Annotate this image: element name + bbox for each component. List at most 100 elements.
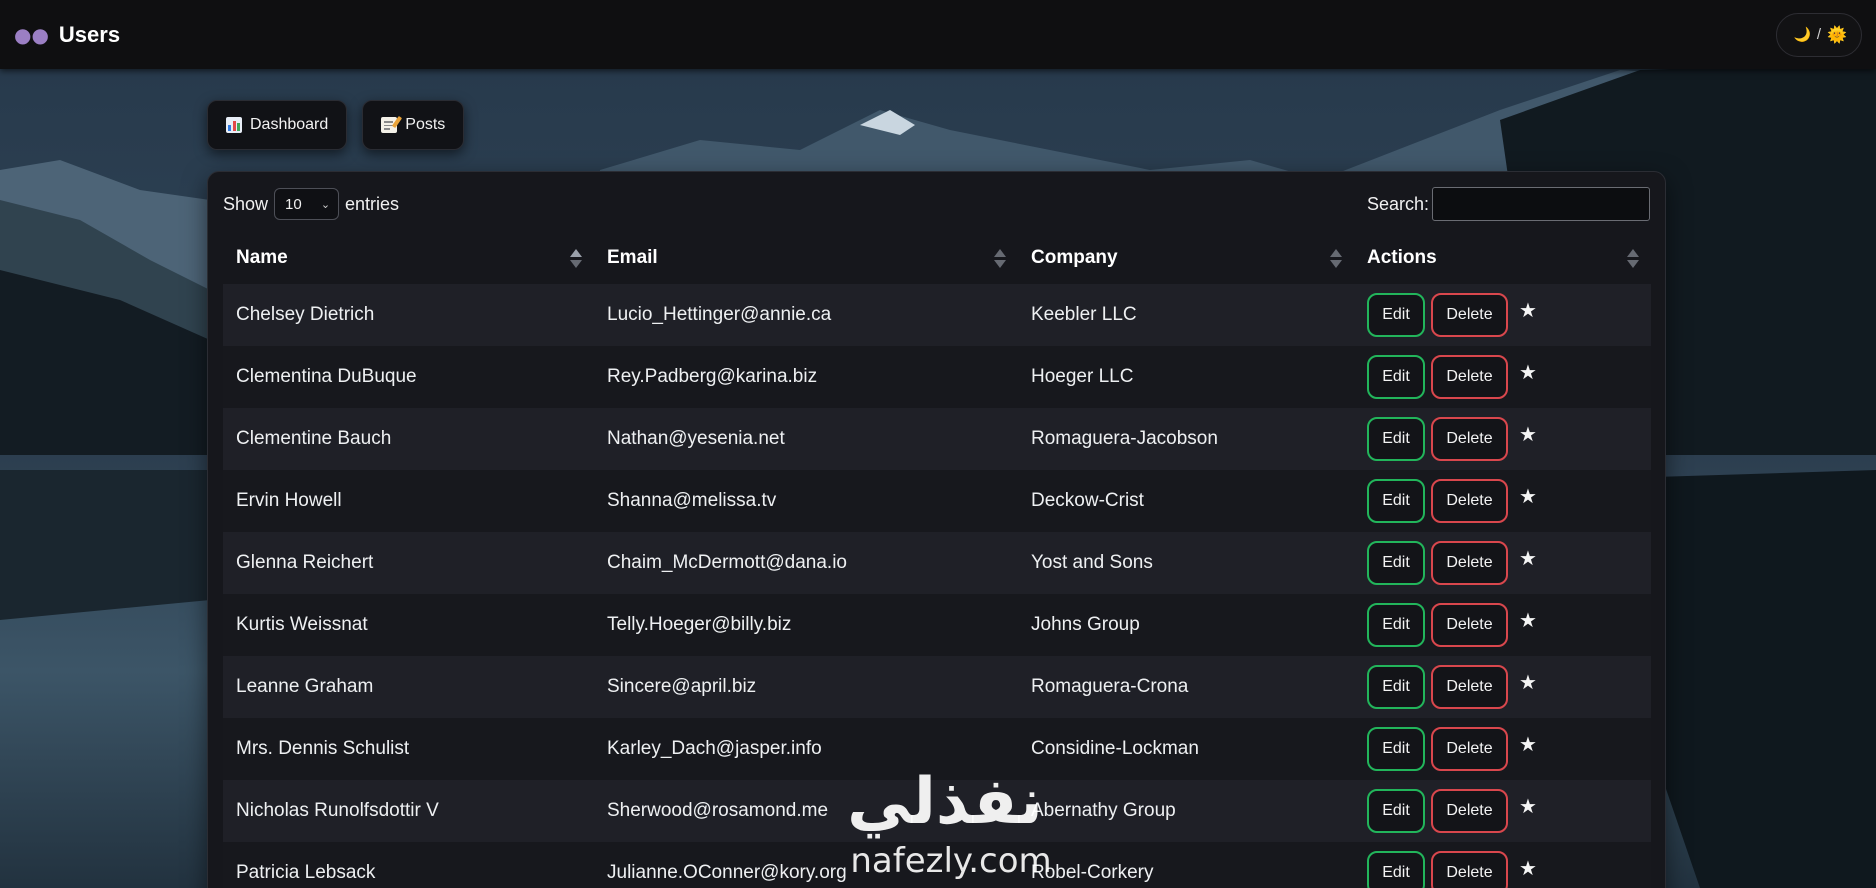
row-actions: Edit Delete ★ xyxy=(1367,293,1639,337)
table-header-row: Name Email Company Actions xyxy=(223,232,1651,284)
edit-button[interactable]: Edit xyxy=(1367,789,1425,833)
cell-name: Glenna Reichert xyxy=(236,552,374,573)
cell-company: Yost and Sons xyxy=(1031,552,1153,573)
cell-actions: Edit Delete ★ xyxy=(1354,656,1651,718)
cell-name: Clementine Bauch xyxy=(236,428,392,449)
cell-email: Sherwood@rosamond.me xyxy=(607,800,829,821)
star-icon[interactable]: ★ xyxy=(1519,546,1537,571)
cell-email: Telly.Hoeger@billy.biz xyxy=(607,614,792,635)
star-icon[interactable]: ★ xyxy=(1519,794,1537,819)
star-icon[interactable]: ★ xyxy=(1519,422,1537,447)
table-body: Chelsey Dietrich Lucio_Hettinger@annie.ca… xyxy=(223,284,1651,888)
delete-button[interactable]: Delete xyxy=(1431,479,1508,523)
cell-actions: Edit Delete ★ xyxy=(1354,718,1651,780)
star-icon[interactable]: ★ xyxy=(1519,670,1537,695)
table-row: Mrs. Dennis Schulist Karley_Dach@jasper.i… xyxy=(223,718,1651,780)
cell-company: Johns Group xyxy=(1031,614,1140,635)
row-actions: Edit Delete ★ xyxy=(1367,479,1639,523)
sort-icon xyxy=(570,249,582,269)
users-table: Name Email Company Actions Chelsey Dietr… xyxy=(223,232,1651,888)
row-actions: Edit Delete ★ xyxy=(1367,603,1639,647)
delete-button[interactable]: Delete xyxy=(1431,541,1508,585)
star-icon[interactable]: ★ xyxy=(1519,732,1537,757)
brand: ●● Users xyxy=(14,22,120,48)
cell-name: Patricia Lebsack xyxy=(236,862,376,883)
dashboard-button[interactable]: Dashboard xyxy=(207,100,348,150)
show-label: Show xyxy=(223,193,269,214)
cell-email: Sincere@april.biz xyxy=(607,676,757,697)
cell-company: Deckow-Crist xyxy=(1031,490,1144,511)
cell-company: Romaguera-Jacobson xyxy=(1031,428,1218,449)
cell-company: Abernathy Group xyxy=(1031,800,1176,821)
page-size-control: Show 10 ⌄ entries xyxy=(223,188,399,220)
cell-name: Chelsey Dietrich xyxy=(236,304,375,325)
search-label: Search: xyxy=(1366,193,1429,214)
edit-button[interactable]: Edit xyxy=(1367,479,1425,523)
column-header-email[interactable]: Email xyxy=(594,232,1018,284)
cell-company: Robel-Corkery xyxy=(1031,862,1154,883)
row-actions: Edit Delete ★ xyxy=(1367,727,1639,771)
edit-button[interactable]: Edit xyxy=(1367,727,1425,771)
top-navbar: ●● Users 🌙 / 🌞 xyxy=(0,0,1876,69)
busts-in-silhouette-icon: ●● xyxy=(14,22,49,47)
delete-button[interactable]: Delete xyxy=(1431,603,1508,647)
cell-email: Shanna@melissa.tv xyxy=(607,490,777,511)
table-row: Glenna Reichert Chaim_McDermott@dana.io Yo… xyxy=(223,532,1651,594)
cell-name: Kurtis Weissnat xyxy=(236,614,368,635)
delete-button[interactable]: Delete xyxy=(1431,355,1508,399)
star-icon[interactable]: ★ xyxy=(1519,360,1537,385)
table-row: Chelsey Dietrich Lucio_Hettinger@annie.ca… xyxy=(223,284,1651,346)
star-icon[interactable]: ★ xyxy=(1519,856,1537,881)
table-row: Kurtis Weissnat Telly.Hoeger@billy.biz Joh… xyxy=(223,594,1651,656)
page-size-value: 10 xyxy=(285,195,302,213)
bar-chart-icon xyxy=(226,117,242,133)
star-icon[interactable]: ★ xyxy=(1519,484,1537,509)
edit-button[interactable]: Edit xyxy=(1367,355,1425,399)
cell-actions: Edit Delete ★ xyxy=(1354,594,1651,656)
search-input[interactable] xyxy=(1432,187,1650,221)
delete-button[interactable]: Delete xyxy=(1431,665,1508,709)
column-header-company[interactable]: Company xyxy=(1018,232,1354,284)
row-actions: Edit Delete ★ xyxy=(1367,851,1639,888)
star-icon[interactable]: ★ xyxy=(1519,298,1537,323)
posts-button[interactable]: Posts xyxy=(362,100,465,150)
cell-actions: Edit Delete ★ xyxy=(1354,346,1651,408)
row-actions: Edit Delete ★ xyxy=(1367,541,1639,585)
cell-email: Rey.Padberg@karina.biz xyxy=(607,366,818,387)
edit-button[interactable]: Edit xyxy=(1367,417,1425,461)
cell-email: Nathan@yesenia.net xyxy=(607,428,785,449)
moon-icon: 🌙 xyxy=(1793,26,1811,42)
cell-company: Considine-Lockman xyxy=(1031,738,1199,759)
edit-button[interactable]: Edit xyxy=(1367,293,1425,337)
edit-button[interactable]: Edit xyxy=(1367,541,1425,585)
delete-button[interactable]: Delete xyxy=(1431,417,1508,461)
sort-icon xyxy=(1330,249,1342,269)
cell-name: Nicholas Runolfsdottir V xyxy=(236,800,439,821)
table-row: Clementine Bauch Nathan@yesenia.net Romagu… xyxy=(223,408,1651,470)
delete-button[interactable]: Delete xyxy=(1431,851,1508,888)
table-row: Patricia Lebsack Julianne.OConner@kory.or… xyxy=(223,842,1651,888)
cell-company: Hoeger LLC xyxy=(1031,366,1134,387)
table-row: Leanne Graham Sincere@april.biz Romaguera-… xyxy=(223,656,1651,718)
table-row: Ervin Howell Shanna@melissa.tv Deckow-Cris… xyxy=(223,470,1651,532)
cell-company: Romaguera-Crona xyxy=(1031,676,1189,697)
column-header-actions[interactable]: Actions xyxy=(1354,232,1651,284)
theme-toggle-button[interactable]: 🌙 / 🌞 xyxy=(1776,12,1862,57)
delete-button[interactable]: Delete xyxy=(1431,727,1508,771)
page-size-select[interactable]: 10 ⌄ xyxy=(274,188,340,220)
cell-email: Julianne.OConner@kory.org xyxy=(607,862,847,883)
sort-icon xyxy=(1627,249,1639,269)
cell-email: Chaim_McDermott@dana.io xyxy=(607,552,847,573)
memo-icon xyxy=(381,115,403,133)
search-control: Search: xyxy=(1367,187,1650,221)
star-icon[interactable]: ★ xyxy=(1519,608,1537,633)
row-actions: Edit Delete ★ xyxy=(1367,665,1639,709)
delete-button[interactable]: Delete xyxy=(1431,789,1508,833)
cell-name: Ervin Howell xyxy=(236,490,342,511)
edit-button[interactable]: Edit xyxy=(1367,851,1425,888)
edit-button[interactable]: Edit xyxy=(1367,665,1425,709)
edit-button[interactable]: Edit xyxy=(1367,603,1425,647)
nav-buttons: Dashboard Posts xyxy=(207,100,465,150)
column-header-name[interactable]: Name xyxy=(223,232,594,284)
delete-button[interactable]: Delete xyxy=(1431,293,1508,337)
